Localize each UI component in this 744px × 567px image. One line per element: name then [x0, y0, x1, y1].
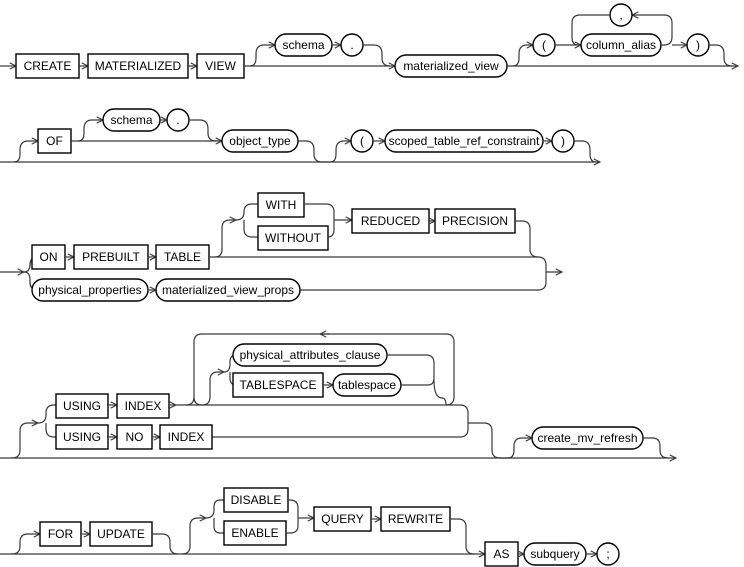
- keyword-enable-label: ENABLE: [231, 526, 278, 540]
- materialized-view-props-label: materialized_view_props: [162, 283, 294, 297]
- row-5: FOR UPDATE DISABLE ENABLE QUERY REWRITE …: [0, 487, 620, 567]
- object-type-label: object_type: [229, 134, 291, 148]
- subquery-label: subquery: [530, 547, 579, 561]
- materialized-view-label: materialized_view: [403, 59, 499, 73]
- physical-attributes-clause-label: physical_attributes_clause: [240, 348, 381, 362]
- keyword-disable-label: DISABLE: [231, 493, 282, 507]
- row-1: CREATE MATERIALIZED VIEW schema . materi…: [0, 3, 738, 79]
- close-paren-label: ): [696, 38, 700, 52]
- syntax-diagram: CREATE MATERIALIZED VIEW schema . materi…: [0, 3, 744, 567]
- tablespace-label: tablespace: [338, 378, 396, 392]
- keyword-with-label: WITH: [266, 198, 297, 212]
- semicolon-terminator-label: ;: [606, 547, 609, 561]
- row-4: USING INDEX physical_attributes_clause T…: [0, 334, 676, 458]
- column-alias-label: column_alias: [586, 38, 656, 52]
- keyword-tablespace-label: TABLESPACE: [240, 378, 317, 392]
- of-schema-label: schema: [110, 113, 152, 127]
- keyword-query-label: QUERY: [321, 512, 363, 526]
- keyword-materialized-label: MATERIALIZED: [95, 59, 182, 73]
- open-paren-label: (: [542, 38, 546, 52]
- keyword-no-label: NO: [126, 430, 144, 444]
- keyword-without-label: WITHOUT: [265, 231, 322, 245]
- keyword-on-label: ON: [40, 250, 58, 264]
- comma-separator-label: ,: [619, 8, 622, 22]
- dot-punct-label: .: [350, 38, 353, 52]
- scoped-open-label: (: [360, 134, 364, 148]
- keyword-index-label: INDEX: [125, 399, 162, 413]
- keyword-of-label: OF: [46, 134, 63, 148]
- keyword-reduced-label: REDUCED: [361, 214, 421, 228]
- row-2: OF schema . object_type ( scoped_table_r…: [0, 108, 600, 162]
- keyword-using-label: USING: [63, 399, 101, 413]
- keyword-as-label: AS: [493, 547, 509, 561]
- keyword-precision-label: PRECISION: [442, 214, 508, 228]
- keyword-create-label: CREATE: [24, 59, 72, 73]
- row-3: ON PREBUILT TABLE WITH WITHOUT REDUCED P…: [0, 192, 562, 302]
- of-dot-label: .: [176, 113, 179, 127]
- scoped-close-label: ): [561, 134, 565, 148]
- keyword-table-label: TABLE: [164, 250, 201, 264]
- keyword-using-2-label: USING: [63, 430, 101, 444]
- create-mv-refresh-label: create_mv_refresh: [537, 431, 637, 445]
- keyword-view-label: VIEW: [205, 59, 236, 73]
- keyword-for-label: FOR: [48, 527, 74, 541]
- keyword-index-2-label: INDEX: [168, 430, 205, 444]
- physical-properties-label: physical_properties: [38, 283, 141, 297]
- keyword-rewrite-label: REWRITE: [388, 512, 443, 526]
- keyword-prebuilt-label: PREBUILT: [82, 250, 140, 264]
- schema-param-label: schema: [282, 38, 324, 52]
- scoped-table-ref-label: scoped_table_ref_constraint: [389, 134, 540, 148]
- keyword-update-label: UPDATE: [97, 527, 145, 541]
